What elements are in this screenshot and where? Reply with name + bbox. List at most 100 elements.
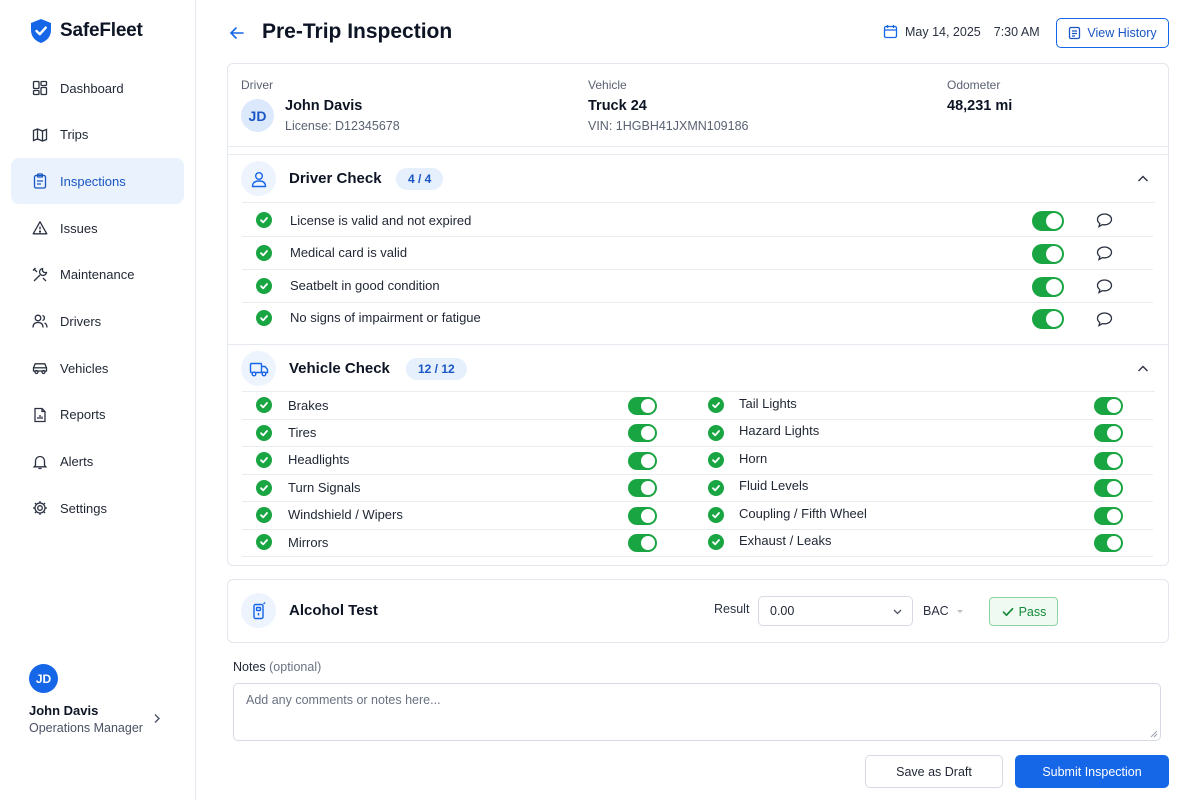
check-item-label: Fluid Levels [739, 478, 809, 493]
submit-inspection-button[interactable]: Submit Inspection [1015, 755, 1169, 788]
toggle-switch[interactable] [628, 397, 657, 415]
divider [242, 302, 1153, 303]
divider [242, 236, 1153, 237]
notes-label-text: Notes [233, 660, 266, 674]
divider [242, 474, 1153, 475]
comment-icon[interactable] [1096, 245, 1113, 262]
sidebar-item-label: Settings [60, 500, 107, 516]
toggle-switch[interactable] [1094, 424, 1123, 442]
notes-optional-text: (optional) [269, 660, 322, 674]
check-circle-icon [256, 534, 272, 550]
check-circle-icon [708, 507, 724, 523]
inspection-date: May 14, 2025 [905, 24, 981, 39]
check-item-label: Tires [288, 425, 317, 440]
toggle-switch[interactable] [1032, 211, 1064, 231]
sidebar-item-dashboard[interactable]: Dashboard [11, 65, 184, 111]
toggle-switch[interactable] [1094, 534, 1123, 552]
toggle-switch[interactable] [1032, 309, 1064, 329]
caret-down-icon[interactable] [957, 610, 963, 613]
toggle-switch[interactable] [628, 424, 657, 442]
check-item-label: Seatbelt in good condition [290, 278, 440, 293]
vehicle-check-title: Vehicle Check [289, 360, 390, 377]
bac-unit[interactable]: BAC [923, 604, 949, 618]
check-circle-icon [256, 245, 272, 261]
car-icon [32, 363, 48, 375]
user-profile[interactable]: JD John Davis Operations Manager [29, 664, 169, 735]
sidebar-item-label: Alerts [60, 454, 94, 469]
page-title: Pre-Trip Inspection [262, 20, 453, 43]
brand[interactable]: SafeFleet [30, 18, 143, 44]
sidebar-item-inspections[interactable]: Inspections [11, 158, 184, 205]
divider [228, 344, 1168, 345]
toggle-switch[interactable] [1094, 507, 1123, 525]
sidebar-item-label: Drivers [60, 313, 102, 329]
chevron-up-icon[interactable] [1136, 362, 1150, 376]
notes-textarea[interactable] [233, 683, 1161, 741]
divider [242, 529, 1153, 530]
toggle-switch[interactable] [1094, 479, 1123, 497]
sidebar-item-vehicles[interactable]: Vehicles [11, 345, 184, 391]
driver-name: John Davis [285, 98, 363, 114]
comment-icon[interactable] [1096, 212, 1113, 229]
shield-logo-icon [31, 19, 51, 43]
sidebar-item-maintenance[interactable]: Maintenance [11, 252, 184, 298]
sidebar-item-label: Maintenance [60, 267, 135, 283]
sidebar-item-label: Dashboard [60, 80, 124, 96]
comment-icon[interactable] [1096, 311, 1113, 328]
comment-icon[interactable] [1096, 278, 1113, 295]
inspection-time: 7:30 AM [993, 24, 1040, 39]
gear-icon [33, 501, 47, 516]
divider [242, 202, 1155, 203]
check-circle-icon [256, 480, 272, 496]
toggle-switch[interactable] [1094, 397, 1123, 415]
toggle-switch[interactable] [1032, 277, 1064, 297]
back-arrow-icon[interactable] [228, 24, 246, 42]
check-circle-icon [256, 310, 272, 326]
toggle-switch[interactable] [1032, 244, 1064, 264]
check-circle-icon [256, 397, 272, 413]
sidebar-item-drivers[interactable]: Drivers [11, 298, 184, 344]
toggle-switch[interactable] [628, 452, 657, 470]
truck-icon [249, 362, 268, 376]
vehicle-name: Truck 24 [588, 98, 647, 114]
divider [228, 154, 1168, 155]
toggle-switch[interactable] [628, 507, 657, 525]
sidebar-item-label: Inspections [60, 173, 126, 189]
driver-license: License: D12345678 [285, 119, 400, 133]
sidebar-item-label: Vehicles [60, 360, 109, 376]
warning-icon [32, 221, 48, 235]
check-item-label: Hazard Lights [739, 423, 820, 438]
breathalyzer-icon [252, 601, 265, 619]
divider [242, 391, 1155, 392]
toggle-switch[interactable] [1094, 452, 1123, 470]
sidebar-item-label: Reports [60, 407, 106, 423]
notes-label: Notes (optional) [233, 660, 321, 674]
check-circle-icon [708, 534, 724, 550]
sidebar-item-reports[interactable]: Reports [11, 392, 184, 438]
sidebar-item-settings[interactable]: Settings [11, 485, 184, 531]
toggle-switch[interactable] [628, 479, 657, 497]
report-icon [34, 407, 46, 422]
view-history-button[interactable]: View History [1056, 18, 1169, 48]
map-icon [32, 127, 48, 142]
check-circle-icon [256, 425, 272, 441]
toggle-switch[interactable] [628, 534, 657, 552]
sidebar-item-issues[interactable]: Issues [11, 205, 184, 251]
tools-icon [32, 267, 48, 282]
alcohol-test-title: Alcohol Test [289, 602, 378, 619]
chevron-right-icon[interactable] [153, 713, 161, 724]
save-draft-button[interactable]: Save as Draft [865, 755, 1003, 788]
inspection-card: Driver JD John Davis License: D12345678 … [227, 63, 1169, 566]
pass-status-label: Pass [1018, 604, 1047, 619]
driver-check-title: Driver Check [289, 170, 382, 187]
check-circle-icon [708, 397, 724, 413]
odometer-value: 48,231 mi [947, 98, 1013, 114]
check-circle-icon [256, 278, 272, 294]
bell-icon [32, 455, 48, 469]
bac-result-select[interactable]: 0.00 [758, 596, 913, 626]
sidebar-item-alerts[interactable]: Alerts [11, 439, 184, 485]
sidebar-item-trips[interactable]: Trips [11, 112, 184, 158]
chevron-up-icon[interactable] [1136, 172, 1150, 186]
check-item-label: Headlights [288, 452, 350, 467]
resize-grip-icon[interactable] [1150, 730, 1158, 738]
